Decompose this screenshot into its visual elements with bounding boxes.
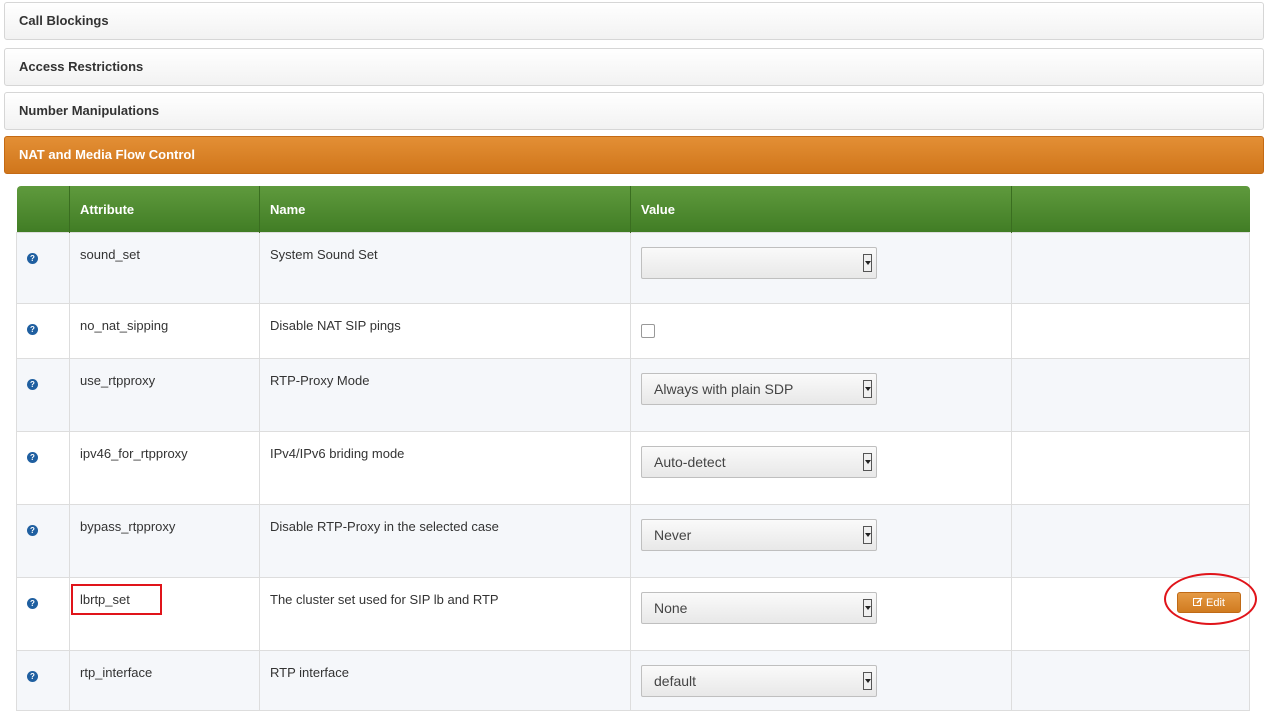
name-cell: Disable NAT SIP pings xyxy=(259,303,631,359)
header-attribute[interactable]: Attribute xyxy=(69,186,260,233)
use-rtpproxy-select[interactable]: Always with plain SDP xyxy=(641,373,877,405)
section-label: Call Blockings xyxy=(19,13,109,28)
chevron-down-icon xyxy=(863,453,872,471)
name-cell: RTP interface xyxy=(259,650,631,711)
select-value: Auto-detect xyxy=(654,454,726,470)
header-name[interactable]: Name xyxy=(259,186,631,233)
table-header-row: Attribute Name Value xyxy=(16,186,1250,233)
table-row: ? sound_set System Sound Set xyxy=(16,232,1250,304)
section-nat-media-flow-control[interactable]: NAT and Media Flow Control xyxy=(4,136,1264,174)
select-value: default xyxy=(654,673,697,689)
section-label: NAT and Media Flow Control xyxy=(19,147,195,162)
sound-set-select[interactable] xyxy=(641,247,877,279)
ipv46-for-rtpproxy-select[interactable]: Auto-detect xyxy=(641,446,877,478)
chevron-down-icon xyxy=(863,672,872,690)
highlight-circle xyxy=(1164,573,1257,625)
table-row: ? no_nat_sipping Disable NAT SIP pings xyxy=(16,303,1250,359)
attribute-cell: bypass_rtpproxy xyxy=(69,504,260,578)
chevron-down-icon xyxy=(863,380,872,398)
lbrtp-set-select[interactable]: None xyxy=(641,592,877,624)
header-value[interactable]: Value xyxy=(630,186,1012,233)
attribute-cell: ipv46_for_rtpproxy xyxy=(69,431,260,505)
help-icon[interactable]: ? xyxy=(27,324,38,335)
table-row: ? rtp_interface RTP interface default xyxy=(16,650,1250,711)
chevron-down-icon xyxy=(863,526,872,544)
help-icon[interactable]: ? xyxy=(27,671,38,682)
name-cell: RTP-Proxy Mode xyxy=(259,358,631,432)
section-label: Access Restrictions xyxy=(19,59,144,74)
header-help xyxy=(16,186,70,233)
preferences-table: Attribute Name Value ? sound_set System … xyxy=(16,186,1250,711)
rtp-interface-select[interactable]: default xyxy=(641,665,877,697)
table-row: ? lbrtp_set The cluster set used for SIP… xyxy=(16,577,1250,651)
name-cell: The cluster set used for SIP lb and RTP xyxy=(259,577,631,651)
help-icon[interactable]: ? xyxy=(27,598,38,609)
attribute-cell: sound_set xyxy=(69,232,260,304)
highlight-box xyxy=(71,584,162,615)
section-access-restrictions[interactable]: Access Restrictions xyxy=(4,48,1264,86)
help-icon[interactable]: ? xyxy=(27,452,38,463)
select-value: Never xyxy=(654,527,692,543)
bypass-rtpproxy-select[interactable]: Never xyxy=(641,519,877,551)
section-number-manipulations[interactable]: Number Manipulations xyxy=(4,92,1264,130)
name-cell: System Sound Set xyxy=(259,232,631,304)
name-cell: IPv4/IPv6 briding mode xyxy=(259,431,631,505)
attribute-cell: rtp_interface xyxy=(69,650,260,711)
table-row: ? bypass_rtpproxy Disable RTP-Proxy in t… xyxy=(16,504,1250,578)
help-icon[interactable]: ? xyxy=(27,525,38,536)
header-actions xyxy=(1011,186,1250,233)
name-cell: Disable RTP-Proxy in the selected case xyxy=(259,504,631,578)
attribute-cell: no_nat_sipping xyxy=(69,303,260,359)
chevron-down-icon xyxy=(863,599,872,617)
select-value: Always with plain SDP xyxy=(654,381,794,397)
table-row: ? use_rtpproxy RTP-Proxy Mode Always wit… xyxy=(16,358,1250,432)
attribute-cell: use_rtpproxy xyxy=(69,358,260,432)
help-icon[interactable]: ? xyxy=(27,379,38,390)
help-icon[interactable]: ? xyxy=(27,253,38,264)
section-call-blockings[interactable]: Call Blockings xyxy=(4,2,1264,40)
select-value: None xyxy=(654,600,688,616)
section-label: Number Manipulations xyxy=(19,103,160,118)
no-nat-sipping-checkbox[interactable] xyxy=(641,324,655,338)
table-row: ? ipv46_for_rtpproxy IPv4/IPv6 briding m… xyxy=(16,431,1250,505)
chevron-down-icon xyxy=(863,254,872,272)
